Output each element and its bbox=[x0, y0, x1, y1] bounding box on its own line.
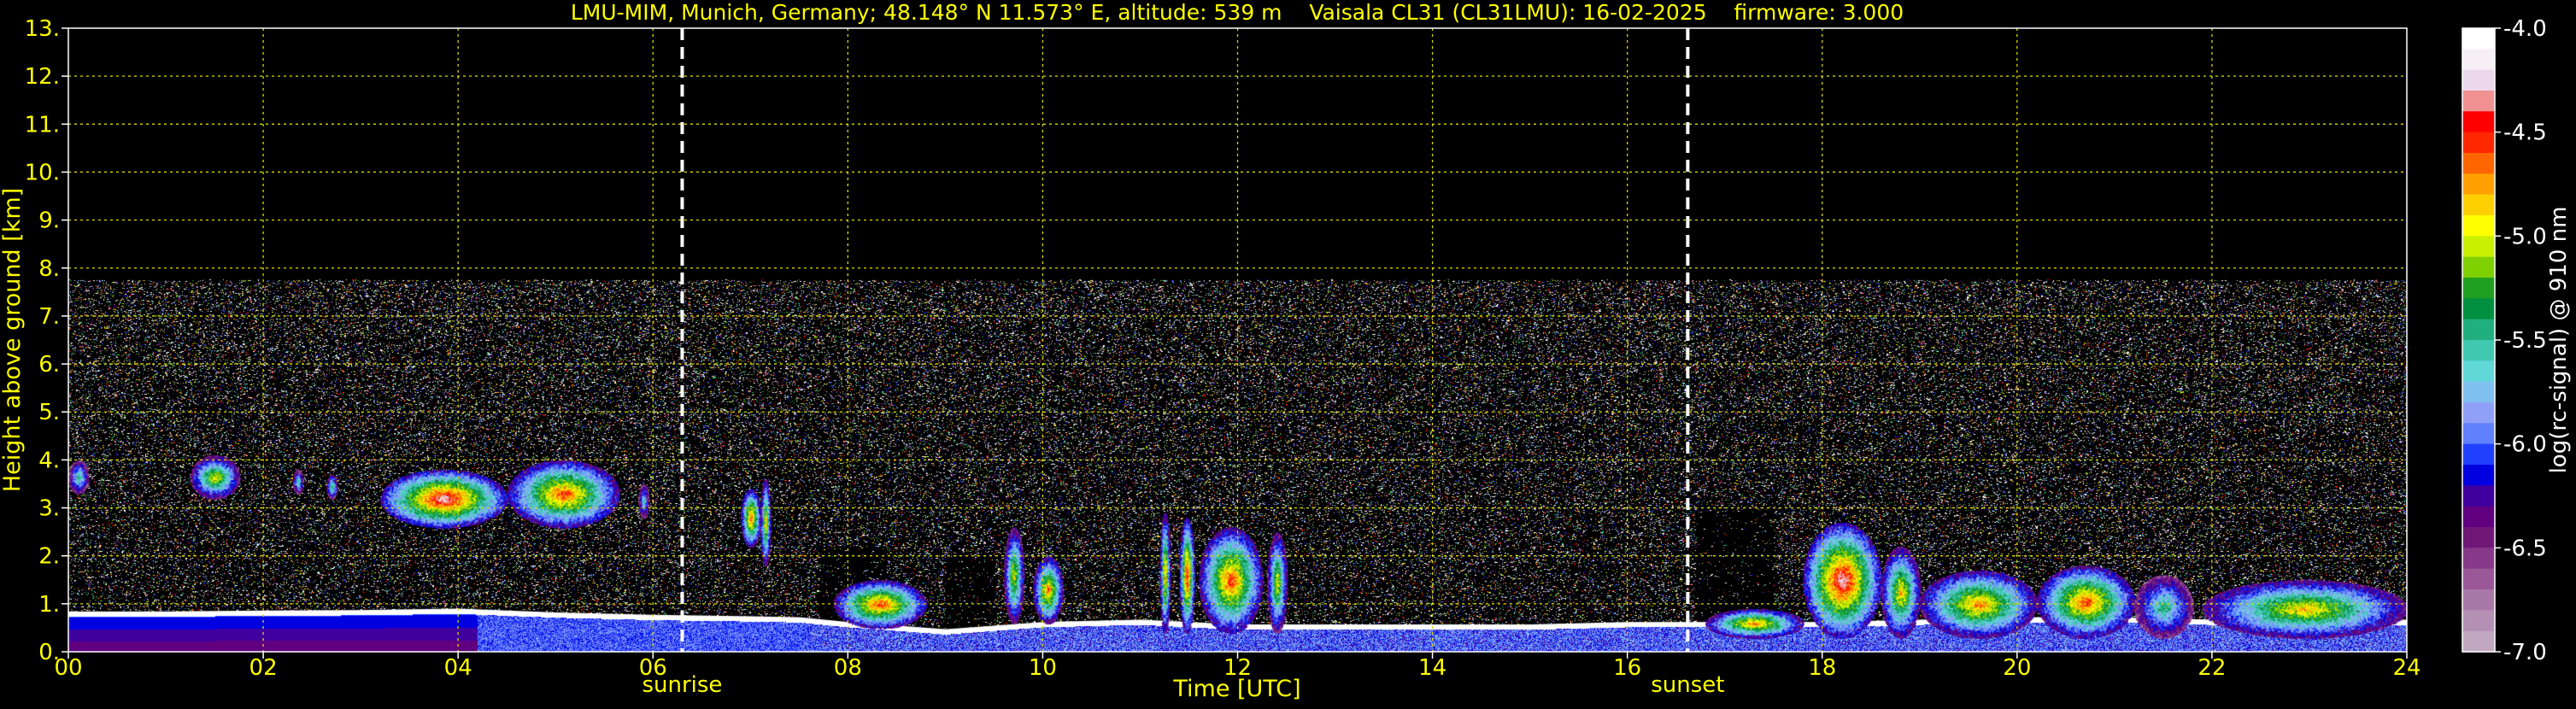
colorbar-tick-label: -4.0 bbox=[2503, 16, 2547, 42]
colorbar-swatch bbox=[2462, 91, 2495, 112]
x-axis-label: Time [UTC] bbox=[1172, 676, 1300, 702]
y-tick-label: 5. bbox=[38, 400, 60, 425]
plot-area: sunrise sunset bbox=[67, 27, 2408, 698]
x-tick-label: 24 bbox=[2392, 655, 2421, 681]
colorbar-swatch bbox=[2462, 630, 2495, 653]
colorbar-swatch bbox=[2462, 319, 2495, 341]
colorbar-swatch bbox=[2462, 506, 2495, 528]
y-tick-label: 8. bbox=[38, 256, 60, 282]
colorbar-tick-label: -5.5 bbox=[2503, 328, 2547, 354]
x-tick-label: 06 bbox=[639, 655, 667, 681]
x-tick-label: 14 bbox=[1418, 655, 1446, 681]
colorbar-tick-label: -6.5 bbox=[2503, 536, 2547, 561]
colorbar-swatch bbox=[2462, 568, 2495, 590]
y-tick-label: 9. bbox=[38, 208, 60, 234]
colorbar-swatch bbox=[2462, 256, 2495, 278]
marker-label-sunset: sunset bbox=[1651, 672, 1724, 698]
y-tick-label: 0. bbox=[38, 640, 60, 665]
y-tick-label: 11. bbox=[25, 112, 60, 138]
colorbar-swatch bbox=[2462, 610, 2495, 632]
colorbar-tick-label: -5.0 bbox=[2503, 224, 2547, 249]
ceilometer-figure: LMU-MIM, Munich, Germany; 48.148° N 11.5… bbox=[0, 0, 2576, 706]
colorbar-swatch bbox=[2462, 360, 2495, 383]
colorbar-swatch bbox=[2462, 548, 2495, 570]
colorbar-swatch bbox=[2462, 236, 2495, 258]
colorbar-swatch bbox=[2462, 423, 2495, 445]
y-tick-label: 1. bbox=[38, 592, 60, 618]
y-tick-label: 6. bbox=[38, 352, 60, 378]
colorbar-swatch bbox=[2462, 132, 2495, 154]
colorbar-swatch bbox=[2462, 278, 2495, 299]
colorbar-swatch bbox=[2462, 28, 2495, 50]
colorbar-swatch bbox=[2462, 485, 2495, 507]
y-tick-label: 10. bbox=[25, 160, 60, 185]
x-tick-label: 08 bbox=[834, 655, 862, 681]
colorbar-swatch bbox=[2462, 402, 2495, 424]
chart-title: LMU-MIM, Munich, Germany; 48.148° N 11.5… bbox=[571, 0, 1904, 25]
colorbar-swatch bbox=[2462, 153, 2495, 174]
colorbar-label: log(rc-signal) @ 910 nm bbox=[2546, 207, 2572, 474]
colorbar-swatch bbox=[2462, 69, 2495, 91]
colorbar-swatch bbox=[2462, 589, 2495, 611]
colorbar-swatch bbox=[2462, 173, 2495, 196]
colorbar-swatch bbox=[2462, 443, 2495, 466]
x-tick-label: 10 bbox=[1029, 655, 1057, 681]
y-tick-label: 12. bbox=[25, 64, 60, 90]
colorbar-swatch bbox=[2462, 298, 2495, 320]
colorbar-swatch bbox=[2462, 381, 2495, 403]
x-tick-label: 04 bbox=[444, 655, 472, 681]
ceilometer-chart: LMU-MIM, Munich, Germany; 48.148° N 11.5… bbox=[0, 0, 2576, 706]
x-tick-label: 16 bbox=[1613, 655, 1641, 681]
x-tick-label: 22 bbox=[2198, 655, 2226, 681]
colorbar-swatch bbox=[2462, 215, 2495, 237]
colorbar-swatch bbox=[2462, 194, 2495, 216]
colorbar-tick-label: -4.5 bbox=[2503, 120, 2547, 146]
y-tick-label: 13. bbox=[25, 16, 60, 42]
colorbar-tick-label: -7.0 bbox=[2503, 640, 2547, 665]
x-tick-label: 20 bbox=[2003, 655, 2031, 681]
x-tick-label: 02 bbox=[249, 655, 278, 681]
x-tick-label: 18 bbox=[1808, 655, 1836, 681]
colorbar-swatch bbox=[2462, 465, 2495, 486]
y-axis-label: Height above ground [km] bbox=[0, 188, 26, 492]
colorbar-swatch bbox=[2462, 49, 2495, 71]
y-tick-label: 4. bbox=[38, 448, 60, 473]
colorbar-tick-label: -6.0 bbox=[2503, 432, 2547, 458]
y-tick-label: 7. bbox=[38, 304, 60, 330]
y-tick-label: 2. bbox=[38, 544, 60, 570]
colorbar-swatch bbox=[2462, 340, 2495, 361]
colorbar-swatch bbox=[2462, 527, 2495, 548]
y-tick-label: 3. bbox=[38, 496, 60, 522]
colorbar-swatch bbox=[2462, 111, 2495, 133]
